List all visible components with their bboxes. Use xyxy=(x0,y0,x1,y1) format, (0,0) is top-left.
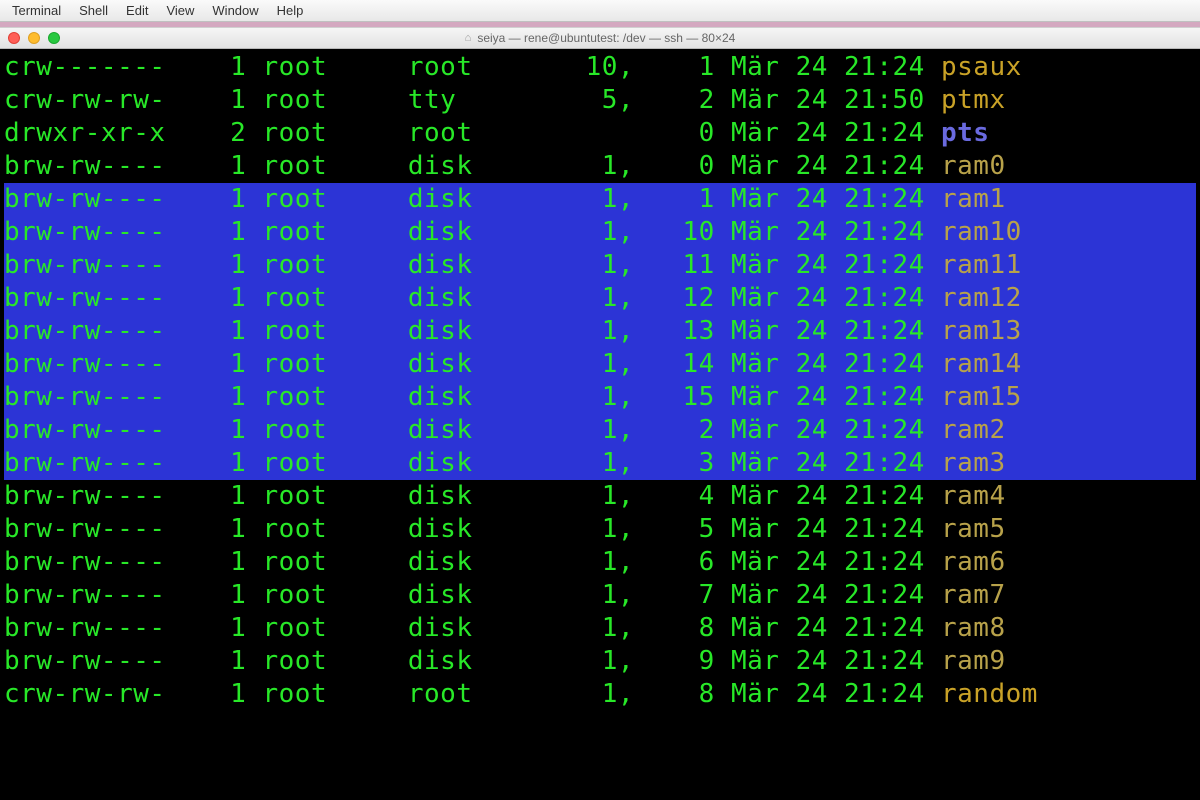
list-row[interactable]: brw-rw---- 1 root disk 1, 6 Mär 24 21:24… xyxy=(4,546,1196,579)
list-row[interactable]: brw-rw---- 1 root disk 1, 8 Mär 24 21:24… xyxy=(4,612,1196,645)
list-row[interactable]: brw-rw---- 1 root disk 1, 4 Mär 24 21:24… xyxy=(4,480,1196,513)
system-menubar: Terminal Shell Edit View Window Help xyxy=(0,0,1200,22)
list-row[interactable]: brw-rw---- 1 root disk 1, 5 Mär 24 21:24… xyxy=(4,513,1196,546)
list-row[interactable]: brw-rw---- 1 root disk 1, 7 Mär 24 21:24… xyxy=(4,579,1196,612)
home-icon: ⌂ xyxy=(465,32,472,44)
menu-shell[interactable]: Shell xyxy=(79,3,108,18)
list-row[interactable]: crw------- 1 root root 10, 1 Mär 24 21:2… xyxy=(4,51,1196,84)
window-title: ⌂ seiya — rene@ubuntutest: /dev — ssh — … xyxy=(465,31,736,45)
window-title-text: seiya — rene@ubuntutest: /dev — ssh — 80… xyxy=(477,31,735,45)
list-row[interactable]: crw-rw-rw- 1 root tty 5, 2 Mär 24 21:50 … xyxy=(4,84,1196,117)
list-row[interactable]: brw-rw---- 1 root disk 1, 13 Mär 24 21:2… xyxy=(4,315,1196,348)
terminal-window: ⌂ seiya — rene@ubuntutest: /dev — ssh — … xyxy=(0,27,1200,800)
window-titlebar[interactable]: ⌂ seiya — rene@ubuntutest: /dev — ssh — … xyxy=(0,27,1200,49)
list-row[interactable]: brw-rw---- 1 root disk 1, 12 Mär 24 21:2… xyxy=(4,282,1196,315)
menu-window[interactable]: Window xyxy=(212,3,258,18)
zoom-button[interactable] xyxy=(48,32,60,44)
traffic-lights xyxy=(8,32,60,44)
menu-terminal[interactable]: Terminal xyxy=(12,3,61,18)
menu-view[interactable]: View xyxy=(166,3,194,18)
list-row[interactable]: drwxr-xr-x 2 root root 0 Mär 24 21:24 pt… xyxy=(4,117,1196,150)
list-row[interactable]: brw-rw---- 1 root disk 1, 15 Mär 24 21:2… xyxy=(4,381,1196,414)
minimize-button[interactable] xyxy=(28,32,40,44)
list-row[interactable]: crw-rw-rw- 1 root root 1, 8 Mär 24 21:24… xyxy=(4,678,1196,711)
list-row[interactable]: brw-rw---- 1 root disk 1, 3 Mär 24 21:24… xyxy=(4,447,1196,480)
list-row[interactable]: brw-rw---- 1 root disk 1, 2 Mär 24 21:24… xyxy=(4,414,1196,447)
list-row[interactable]: brw-rw---- 1 root disk 1, 14 Mär 24 21:2… xyxy=(4,348,1196,381)
list-row[interactable]: brw-rw---- 1 root disk 1, 9 Mär 24 21:24… xyxy=(4,645,1196,678)
list-row[interactable]: brw-rw---- 1 root disk 1, 11 Mär 24 21:2… xyxy=(4,249,1196,282)
terminal-content[interactable]: crw------- 1 root root 10, 1 Mär 24 21:2… xyxy=(0,49,1200,800)
menu-edit[interactable]: Edit xyxy=(126,3,148,18)
menu-help[interactable]: Help xyxy=(277,3,304,18)
list-row[interactable]: brw-rw---- 1 root disk 1, 0 Mär 24 21:24… xyxy=(4,150,1196,183)
list-row[interactable]: brw-rw---- 1 root disk 1, 1 Mär 24 21:24… xyxy=(4,183,1196,216)
close-button[interactable] xyxy=(8,32,20,44)
list-row[interactable]: brw-rw---- 1 root disk 1, 10 Mär 24 21:2… xyxy=(4,216,1196,249)
